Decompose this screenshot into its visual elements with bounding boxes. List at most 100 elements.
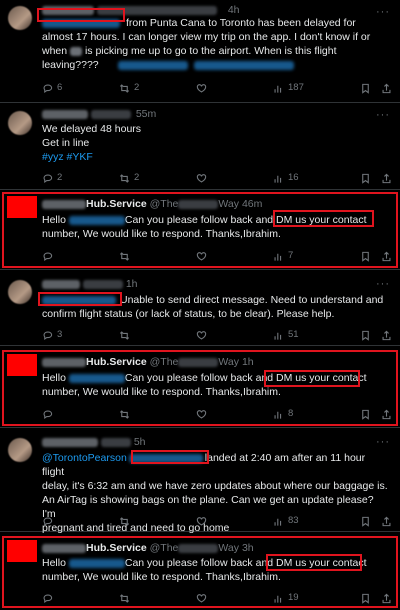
like-button[interactable] [196,83,273,94]
author-handle[interactable]: @The [150,542,179,554]
blurred-mention[interactable] [68,373,125,383]
tweet-actions: 8 [42,407,392,421]
avatar[interactable] [8,280,32,304]
views-button[interactable]: 19 [273,592,350,605]
tweet-time[interactable]: 3h [242,542,254,554]
reply-icon [43,594,53,603]
views-button[interactable]: 8 [273,408,350,421]
author-handle[interactable] [90,109,131,119]
like-button[interactable] [196,516,273,527]
tweet-time[interactable]: 55m [136,108,156,120]
views-button[interactable]: 83 [273,515,350,528]
mention-link[interactable]: @TorontoPearson [42,452,127,464]
tweet-actions: 83 [42,514,392,528]
reply-icon [43,174,53,183]
tweet-extra-actions [360,83,392,94]
share-icon[interactable] [381,83,392,94]
bookmark-icon[interactable] [360,516,371,527]
author-handle[interactable]: @The [150,198,179,210]
avatar[interactable] [7,196,37,218]
blurred-mention[interactable] [68,215,125,225]
author-name[interactable]: Hub.Service [86,356,147,368]
reply-button[interactable] [42,516,119,527]
views-count: 8 [288,407,294,419]
tweet[interactable]: Hub.Service @The Way 3h Hello Can you ple… [0,534,400,610]
blurred-mention[interactable] [68,558,125,568]
bookmark-icon[interactable] [360,173,371,184]
more-icon[interactable]: ··· [376,277,390,292]
bookmark-icon[interactable] [360,330,371,341]
tweet-time[interactable]: 4h [228,4,240,16]
views-button[interactable]: 51 [273,329,350,342]
avatar[interactable] [8,6,32,30]
share-icon[interactable] [381,409,392,420]
tweet-header: Hub.Service @The Way 1h [42,356,392,370]
views-button[interactable]: 16 [273,172,350,185]
bookmark-icon[interactable] [360,409,371,420]
tweet-header: 1h [42,278,392,292]
repost-button[interactable] [119,330,196,341]
bookmark-icon[interactable] [360,83,371,94]
more-icon[interactable]: ··· [376,435,390,450]
author-handle[interactable] [100,437,131,447]
repost-button[interactable] [119,516,196,527]
repost-button[interactable] [119,593,196,604]
hashtags[interactable]: #yyz #YKF [42,151,390,165]
like-button[interactable] [196,593,273,604]
author-name[interactable] [42,279,80,289]
tweet-time[interactable]: 1h [242,356,254,368]
more-icon[interactable]: ··· [376,108,390,123]
tweet[interactable]: 5h ··· @TorontoPearson landed at 2:40 am … [0,430,400,534]
views-button[interactable]: 187 [273,82,350,95]
reply-button[interactable]: 2 [42,172,119,185]
avatar[interactable] [7,540,37,562]
tweet-actions: 6 2 187 [42,81,392,95]
share-icon[interactable] [381,516,392,527]
like-button[interactable] [196,173,273,184]
author-handle[interactable]: @The [150,356,179,368]
tweet[interactable]: Hub.Service @The Way 46m Hello Can you pl… [0,190,400,270]
repost-button[interactable] [119,251,196,262]
repost-button[interactable] [119,409,196,420]
share-icon[interactable] [381,173,392,184]
tweet-time[interactable]: 1h [126,278,138,290]
tweet[interactable]: 55m ··· We delayed 48 hours Get in line … [0,103,400,190]
reply-button[interactable]: 3 [42,329,119,342]
reply-button[interactable]: 6 [42,82,119,95]
avatar[interactable] [8,111,32,135]
views-button[interactable]: 7 [273,250,350,263]
share-icon[interactable] [381,593,392,604]
reply-button[interactable] [42,593,119,604]
share-icon[interactable] [381,251,392,262]
author-handle[interactable] [82,279,123,289]
like-button[interactable] [196,409,273,420]
repost-button[interactable]: 2 [119,82,196,95]
reply-button[interactable] [42,409,119,420]
views-icon [274,411,282,419]
author-name[interactable] [42,437,98,447]
views-icon [274,332,282,340]
blurred-link[interactable] [117,60,188,70]
repost-button[interactable]: 2 [119,172,196,185]
author-handle-blur [178,543,219,553]
author-name[interactable]: Hub.Service [86,198,147,210]
author-name[interactable] [42,109,88,119]
like-button[interactable] [196,251,273,262]
tweet-time[interactable]: 46m [242,198,262,210]
bookmark-icon[interactable] [360,593,371,604]
reply-button[interactable] [42,251,119,262]
tweet[interactable]: 1h ··· Unable to send direct message. Ne… [0,272,400,346]
bookmark-icon[interactable] [360,251,371,262]
share-icon[interactable] [381,330,392,341]
author-name[interactable]: Hub.Service [86,542,147,554]
avatar[interactable] [8,438,32,462]
author-handle-suffix: Way [218,542,240,554]
repost-count: 2 [134,81,140,93]
tweet-time[interactable]: 5h [134,436,146,448]
repost-icon [119,251,130,261]
like-button[interactable] [196,330,273,341]
avatar[interactable] [7,354,37,376]
tweet[interactable]: Hub.Service @The Way 1h Hello Can you ple… [0,348,400,428]
blurred-link[interactable] [193,60,294,70]
reply-icon [43,517,53,526]
